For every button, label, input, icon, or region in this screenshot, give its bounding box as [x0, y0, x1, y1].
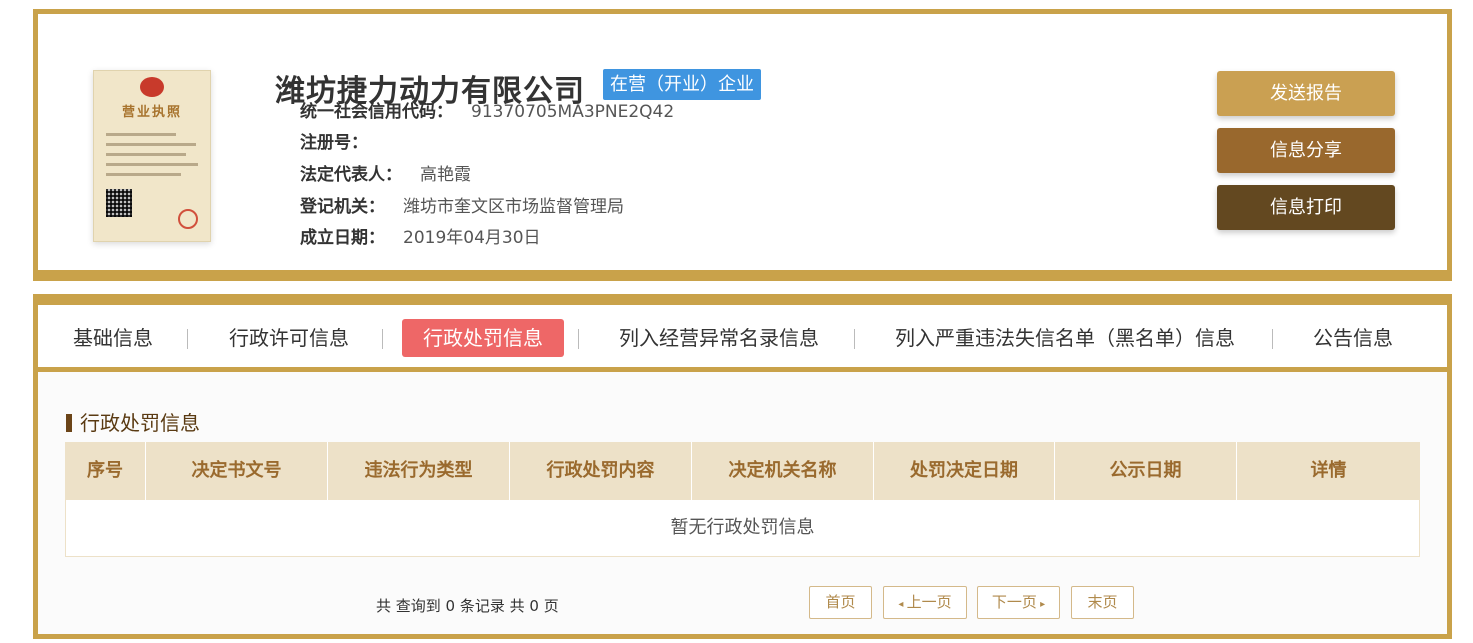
info-registration-authority: 登记机关： 潍坊市奎文区市场监督管理局 — [300, 195, 624, 219]
info-label: 注册号： — [300, 133, 368, 153]
detail-section: 基础信息 行政许可信息 行政处罚信息 列入经营异常名录信息 列入严重违法失信名单… — [33, 294, 1452, 639]
status-badge: 在营（开业）企业 — [603, 69, 761, 100]
info-label: 统一社会信用代码： — [300, 102, 453, 122]
info-label: 法定代表人： — [300, 165, 402, 185]
tab-separator — [382, 329, 383, 349]
tab-announcement[interactable]: 公告信息 — [1313, 319, 1393, 357]
license-text-line — [106, 143, 196, 146]
info-value: 潍坊市奎文区市场监督管理局 — [403, 197, 624, 217]
license-text-line — [106, 173, 181, 176]
license-text-line — [106, 163, 198, 166]
share-info-button[interactable]: 信息分享 — [1217, 128, 1395, 173]
first-page-button[interactable]: 首页 — [809, 586, 872, 619]
tab-basic-info[interactable]: 基础信息 — [73, 319, 153, 357]
info-legal-representative: 法定代表人： 高艳霞 — [300, 163, 471, 187]
column-header: 决定书文号 — [146, 442, 328, 500]
qr-code-icon — [106, 189, 132, 217]
prev-page-label: 上一页 — [906, 593, 952, 611]
info-credit-code: 统一社会信用代码： 91370705MA3PNE2Q42 — [300, 100, 674, 124]
license-text-line — [106, 133, 176, 136]
column-header: 公示日期 — [1055, 442, 1237, 500]
empty-table-message: 暂无行政处罚信息 — [65, 500, 1420, 557]
info-established-date: 成立日期： 2019年04月30日 — [300, 226, 541, 250]
national-emblem-icon — [140, 77, 164, 97]
next-page-button[interactable]: 下一页 ▸ — [977, 586, 1060, 619]
card-bottom-line — [38, 270, 1447, 276]
tab-separator — [187, 329, 188, 349]
info-value: 91370705MA3PNE2Q42 — [471, 102, 675, 122]
column-header: 详情 — [1310, 460, 1347, 481]
tab-separator — [578, 329, 579, 349]
license-title: 营业执照 — [121, 105, 182, 120]
tab-separator — [854, 329, 855, 349]
tab-abnormal-operation[interactable]: 列入经营异常名录信息 — [619, 319, 819, 357]
info-value: 2019年04月30日 — [403, 228, 541, 248]
column-header: 违法行为类型 — [328, 442, 510, 500]
info-registration-number: 注册号： — [300, 131, 386, 155]
seal-icon — [178, 209, 198, 229]
send-report-button[interactable]: 发送报告 — [1217, 71, 1395, 116]
info-label: 登记机关： — [300, 197, 385, 217]
title-marker — [66, 414, 72, 432]
print-info-button[interactable]: 信息打印 — [1217, 185, 1395, 230]
tab-admin-license[interactable]: 行政许可信息 — [229, 319, 349, 357]
penalty-table: 序号 决定书文号 违法行为类型 行政处罚内容 决定机关名称 处罚决定日期 公示日… — [65, 442, 1420, 557]
tab-separator — [1272, 329, 1273, 349]
table-header: 序号 决定书文号 违法行为类型 行政处罚内容 决定机关名称 处罚决定日期 公示日… — [65, 442, 1420, 500]
info-label: 成立日期： — [300, 228, 385, 248]
column-header: 行政处罚内容 — [510, 442, 692, 500]
column-header: 决定机关名称 — [692, 442, 874, 500]
company-card: 营业执照 潍坊捷力动力有限公司 在营（开业）企业 统一社会信用代码： 913707… — [33, 9, 1452, 281]
prev-page-button[interactable]: ◂ 上一页 — [883, 586, 967, 619]
last-page-button[interactable]: 末页 — [1071, 586, 1134, 619]
pagination-summary: 共 查询到 0 条记录 共 0 页 — [376, 597, 559, 615]
tab-admin-penalty[interactable]: 行政处罚信息 — [402, 319, 564, 357]
tab-blacklist[interactable]: 列入严重违法失信名单（黑名单）信息 — [895, 319, 1235, 357]
column-header: 序号 — [65, 442, 146, 500]
chevron-right-icon: ▸ — [1036, 599, 1046, 610]
next-page-label: 下一页 — [991, 593, 1037, 611]
info-value: 高艳霞 — [420, 165, 471, 185]
license-text-line — [106, 153, 186, 156]
section-title: 行政处罚信息 — [66, 407, 200, 436]
tab-bar: 基础信息 行政许可信息 行政处罚信息 列入经营异常名录信息 列入严重违法失信名单… — [38, 305, 1447, 372]
business-license-image: 营业执照 — [93, 70, 211, 242]
column-header: 处罚决定日期 — [874, 442, 1055, 500]
chevron-left-icon: ◂ — [898, 599, 907, 610]
section-title-text: 行政处罚信息 — [80, 411, 200, 435]
